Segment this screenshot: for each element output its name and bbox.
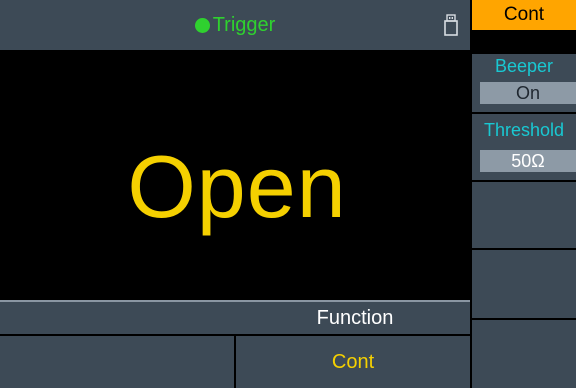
status-indicator-icon (194, 18, 210, 33)
title-group: Trigger (0, 0, 470, 50)
softkey-4[interactable] (472, 250, 576, 318)
continuity-reading: Open (127, 137, 347, 236)
softkey-5[interactable] (472, 320, 576, 388)
usb-drive-icon (444, 14, 458, 36)
function-label: Function (316, 306, 394, 329)
meter-screen: Trigger Open Function Cont Cont Beeper O… (0, 0, 576, 388)
title-bar: Trigger (0, 0, 470, 52)
page-title: Trigger (212, 14, 276, 36)
function-tab-1[interactable] (0, 336, 234, 388)
softkey-panel: Cont Beeper On Threshold 50Ω (472, 0, 576, 388)
beeper-softkey[interactable]: Beeper On (472, 54, 576, 112)
threshold-label: Threshold (483, 120, 565, 140)
threshold-value: 50Ω (480, 150, 576, 172)
softkey-menu-title: Cont (472, 0, 576, 30)
function-tab-cont[interactable]: Cont (236, 336, 470, 388)
softkey-3[interactable] (472, 182, 576, 248)
threshold-softkey[interactable]: Threshold 50Ω (472, 114, 576, 180)
main-display: Open (0, 52, 470, 300)
beeper-label: Beeper (494, 56, 554, 76)
function-bar: Function (0, 302, 470, 334)
function-tabs: Cont (0, 334, 470, 388)
beeper-value: On (480, 82, 576, 104)
